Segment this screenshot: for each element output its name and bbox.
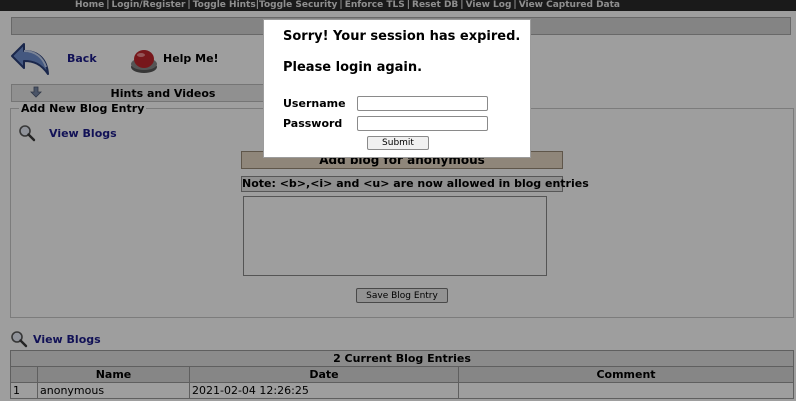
dialog-title: Sorry! Your session has expired. [283,29,521,44]
submit-button[interactable]: Submit [367,136,429,150]
password-field[interactable] [357,116,488,131]
password-label: Password [283,117,343,130]
session-expired-dialog: Sorry! Your session has expired. Please … [263,19,531,158]
username-field[interactable] [357,96,488,111]
username-label: Username [283,97,346,110]
dialog-subtitle: Please login again. [283,60,423,75]
